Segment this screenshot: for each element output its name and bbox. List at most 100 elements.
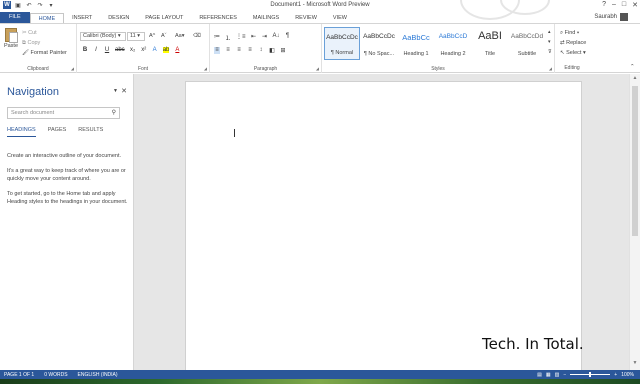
change-case-button[interactable]: Aa▾ <box>175 33 185 39</box>
read-mode-icon[interactable]: ▤ <box>537 372 542 378</box>
style-heading-1[interactable]: AaBbCc Heading 1 <box>398 27 434 60</box>
help-icon[interactable]: ? <box>602 1 606 9</box>
style-no-spacing[interactable]: AaBbCcDc ¶ No Spac... <box>361 27 397 60</box>
text-effects-button[interactable]: A <box>152 47 158 53</box>
align-right-button[interactable]: ≡ <box>236 47 242 54</box>
clipboard-group: Paste ✂ Cut ⧉ Copy 🖌 Format Painter Clip… <box>0 24 77 73</box>
line-spacing-button[interactable]: ↕ <box>258 47 264 54</box>
tab-file[interactable]: FILE <box>0 12 30 23</box>
style-heading-2[interactable]: AaBbCcD Heading 2 <box>435 27 471 60</box>
vertical-scrollbar[interactable]: ▲ ▼ <box>629 74 640 370</box>
find-button[interactable]: ⌕ Find ▾ <box>560 28 586 38</box>
language-indicator[interactable]: ENGLISH (INDIA) <box>78 372 118 378</box>
tab-references[interactable]: REFERENCES <box>191 13 245 23</box>
minimize-icon[interactable]: – <box>612 1 616 9</box>
zoom-controls: ▤ ▦ ▥ − + 100% <box>537 370 634 379</box>
web-layout-icon[interactable]: ▥ <box>555 372 560 378</box>
page-count[interactable]: PAGE 1 OF 1 <box>4 372 34 378</box>
pane-options-icon[interactable]: ▼ <box>113 88 118 94</box>
dialog-launcher-icon[interactable]: ◢ <box>549 66 552 71</box>
tab-review[interactable]: REVIEW <box>287 13 325 23</box>
maximize-icon[interactable]: □ <box>622 1 626 9</box>
highlight-button[interactable]: ab <box>162 47 170 53</box>
decrease-indent-button[interactable]: ⇤ <box>251 33 257 42</box>
styles-scroll-icon[interactable]: ▴ ▾ ⊽ <box>548 27 552 57</box>
tab-headings[interactable]: HEADINGS <box>7 127 36 137</box>
bold-button[interactable]: B <box>82 47 88 53</box>
style-normal[interactable]: AaBbCcDc ¶ Normal <box>324 27 360 60</box>
justify-button[interactable]: ≡ <box>247 47 253 54</box>
collapse-ribbon-icon[interactable]: ⌃ <box>630 64 635 70</box>
cut-button[interactable]: ✂ Cut <box>22 28 67 38</box>
show-marks-button[interactable]: ¶ <box>285 33 291 42</box>
copy-icon: ⧉ <box>22 40 26 46</box>
navigation-pane: Navigation ▼ ✕ Search document ⚲ HEADING… <box>0 74 134 370</box>
dialog-launcher-icon[interactable]: ◢ <box>71 66 74 71</box>
avatar <box>620 13 628 21</box>
style-subtitle[interactable]: AaBbCcDd Subtitle <box>509 27 545 60</box>
zoom-knob[interactable] <box>589 372 592 377</box>
user-account[interactable]: Saurabh <box>594 13 628 21</box>
superscript-button[interactable]: x² <box>141 47 147 53</box>
style-title[interactable]: AaBI Title <box>472 27 508 60</box>
search-document-input[interactable]: Search document ⚲ <box>7 107 120 119</box>
multilevel-list-button[interactable]: ⋮≡ <box>236 33 246 42</box>
text-cursor <box>234 129 235 137</box>
format-painter-button[interactable]: 🖌 Format Painter <box>22 48 67 58</box>
navigation-tabs: HEADINGS PAGES RESULTS <box>7 127 103 137</box>
increase-indent-button[interactable]: ⇥ <box>262 33 268 42</box>
copy-button[interactable]: ⧉ Copy <box>22 38 67 48</box>
paste-button[interactable]: Paste <box>3 28 19 49</box>
strikethrough-button[interactable]: abc <box>115 47 125 53</box>
italic-button[interactable]: I <box>93 47 99 53</box>
font-color-button[interactable]: A <box>174 47 180 53</box>
tab-insert[interactable]: INSERT <box>64 13 100 23</box>
dialog-launcher-icon[interactable]: ◢ <box>316 66 319 71</box>
print-layout-icon[interactable]: ▦ <box>546 372 551 378</box>
tab-mailings[interactable]: MAILINGS <box>245 13 287 23</box>
find-icon: ⌕ <box>560 30 564 36</box>
shading-button[interactable]: ◧ <box>269 47 275 54</box>
clear-formatting-icon[interactable]: ⌫ <box>193 33 201 39</box>
bullets-button[interactable]: ≔ <box>214 33 220 42</box>
grow-font-icon[interactable]: A^ <box>149 33 155 39</box>
shrink-font-icon[interactable]: Aˇ <box>161 33 167 39</box>
zoom-out-icon[interactable]: − <box>563 372 566 378</box>
font-name-select[interactable]: Calibri (Body) ▾ <box>80 32 126 41</box>
dialog-launcher-icon[interactable]: ◢ <box>204 66 207 71</box>
paragraph-group: ≔ ⒈ ⋮≡ ⇤ ⇥ A↓ ¶ ≡ ≡ ≡ ≡ ↕ ◧ ⊞ Paragraph … <box>210 24 322 73</box>
scroll-thumb[interactable] <box>632 86 638 236</box>
help-text: To get started, go to the Home tab and a… <box>7 191 128 205</box>
word-count[interactable]: 0 WORDS <box>44 372 67 378</box>
subscript-button[interactable]: x₂ <box>130 47 136 53</box>
font-format-row: B I U abc x₂ x² A ab A <box>82 47 180 53</box>
search-icon[interactable]: ⚲ <box>112 109 116 116</box>
replace-button[interactable]: ⇄ Replace <box>560 38 586 48</box>
tab-results[interactable]: RESULTS <box>78 127 103 137</box>
scroll-up-icon[interactable]: ▲ <box>630 75 640 84</box>
paste-label: Paste <box>3 43 19 49</box>
align-left-button[interactable]: ≡ <box>214 47 220 54</box>
zoom-level[interactable]: 100% <box>621 372 634 378</box>
tab-pages[interactable]: PAGES <box>48 127 67 137</box>
scroll-down-icon[interactable]: ▼ <box>630 360 640 369</box>
zoom-in-icon[interactable]: + <box>614 372 617 378</box>
sort-button[interactable]: A↓ <box>273 33 280 42</box>
document-page[interactable] <box>185 81 582 370</box>
paragraph-label: Paragraph <box>253 66 278 72</box>
tab-home[interactable]: HOME <box>29 13 65 23</box>
tab-design[interactable]: DESIGN <box>100 13 137 23</box>
ribbon-tabs: FILE HOME INSERT DESIGN PAGE LAYOUT REFE… <box>0 12 640 23</box>
close-icon[interactable]: ✕ <box>632 1 638 9</box>
underline-button[interactable]: U <box>104 47 110 53</box>
replace-icon: ⇄ <box>560 40 565 46</box>
numbering-button[interactable]: ⒈ <box>225 33 231 42</box>
tab-page-layout[interactable]: PAGE LAYOUT <box>137 13 191 23</box>
tab-view[interactable]: VIEW <box>325 13 355 23</box>
align-center-button[interactable]: ≡ <box>225 47 231 54</box>
close-pane-icon[interactable]: ✕ <box>121 87 127 95</box>
font-size-select[interactable]: 11 ▾ <box>127 32 145 41</box>
select-button[interactable]: ↖ Select ▾ <box>560 48 586 58</box>
borders-button[interactable]: ⊞ <box>280 47 286 54</box>
zoom-slider[interactable] <box>570 372 611 377</box>
